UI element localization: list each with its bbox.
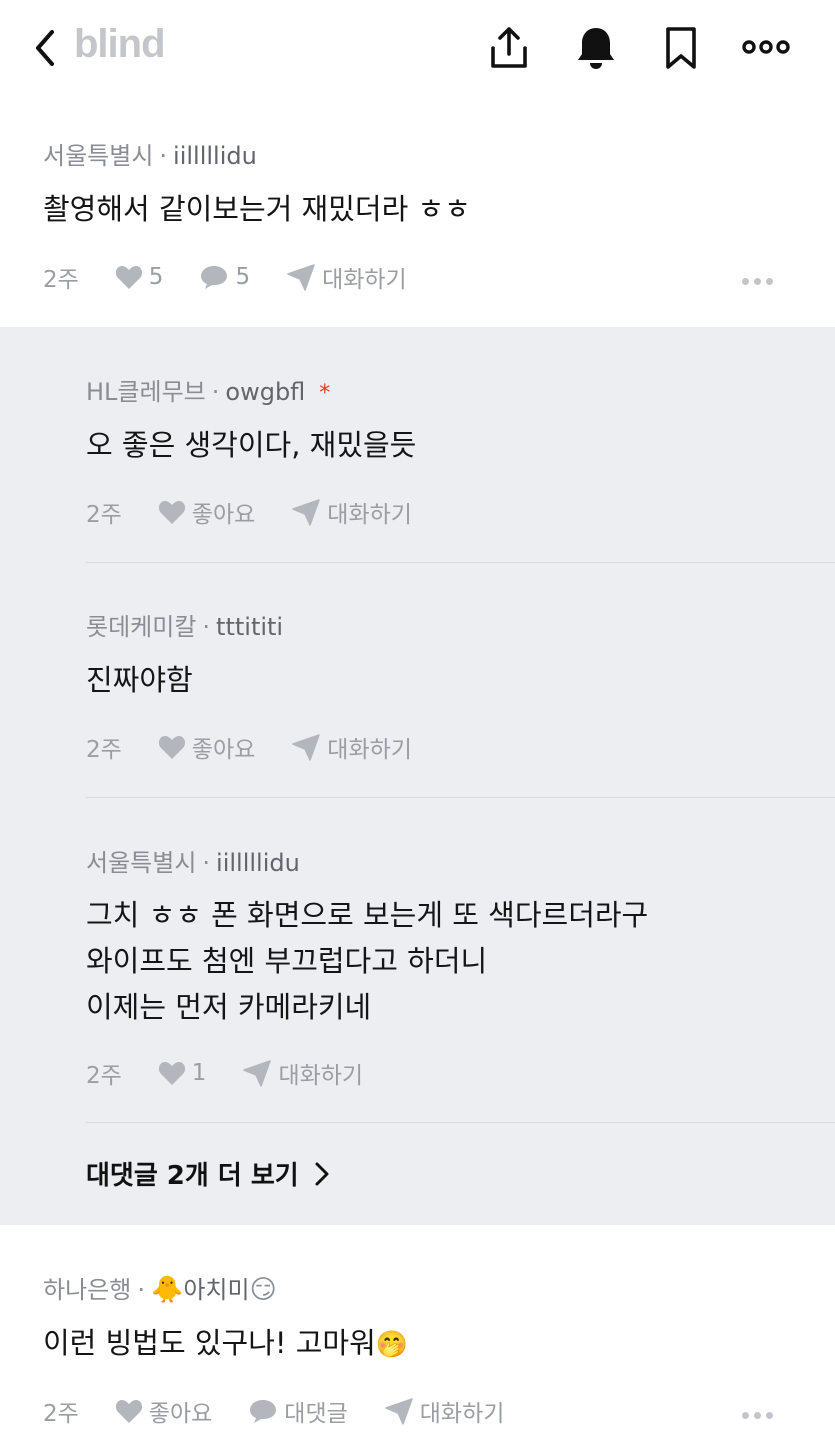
reply-text-line: 이제는 먼저 카메라키네 [86, 990, 372, 1024]
more-icon [742, 40, 790, 54]
reply-button[interactable]: 5 [199, 264, 250, 290]
hand-over-mouth-emoji: 🤭 [375, 1330, 409, 1360]
reply-meta: HL클레무브 · owgbfl * [86, 378, 331, 406]
comment-text-content: 이런 빙법도 있구나! 고마워 [43, 1326, 376, 1360]
heart-icon [158, 1062, 185, 1085]
reply-time: 2주 [86, 737, 122, 763]
company-name: 서울특별시 [86, 849, 197, 877]
company-name: HL클레무브 [86, 378, 206, 406]
chat-button[interactable]: 대화하기 [286, 260, 407, 294]
reply-text-line: 그치 ㅎㅎ 폰 화면으로 보는게 또 색다르더라구 [86, 898, 649, 932]
dot-icon [754, 1412, 761, 1419]
comment-icon [250, 1400, 277, 1423]
reply-button[interactable]: 대댓글 [248, 1394, 348, 1428]
chat-button[interactable]: 대화하기 [384, 1394, 505, 1428]
send-icon [243, 1060, 272, 1087]
divider [86, 562, 835, 563]
like-button[interactable]: 좋아요 [115, 1394, 212, 1428]
comment-actions: 2주 좋아요 대댓글 대화하기 [43, 1394, 540, 1428]
send-icon [292, 499, 321, 526]
like-count: 5 [148, 264, 164, 290]
like-label: 좋아요 [191, 737, 256, 763]
bell-icon [578, 28, 614, 69]
dot-icon [742, 278, 749, 285]
reply-time: 2주 [86, 502, 122, 528]
chat-label: 대화하기 [322, 267, 407, 293]
divider [86, 797, 835, 798]
reply-actions: 2주 좋아요 대화하기 [86, 730, 448, 764]
more-replies-button[interactable]: 대댓글 2개 더 보기 [86, 1155, 335, 1192]
chat-label: 대화하기 [327, 502, 412, 528]
dot-icon [742, 1412, 749, 1419]
company-name: 서울특별시 [43, 142, 154, 170]
divider [86, 1122, 835, 1123]
comment-meta: 하나은행 · 🐥아치미😏 [43, 1275, 277, 1305]
like-count: 1 [191, 1060, 207, 1086]
heart-icon [158, 736, 185, 759]
company-name: 롯데케미칼 [86, 613, 197, 641]
reply-label: 대댓글 [284, 1401, 348, 1427]
share-icon [491, 27, 527, 68]
reply-count: 5 [235, 264, 251, 290]
chick-emoji: 🐥 [150, 1275, 184, 1305]
chat-label: 대화하기 [419, 1401, 505, 1427]
chat-label: 대화하기 [278, 1063, 364, 1089]
reply-text: 오 좋은 생각이다, 재밌을듯 [86, 428, 417, 462]
reply-actions: 2주 1 대화하기 [86, 1056, 399, 1090]
heart-icon [115, 1400, 142, 1423]
chat-button[interactable]: 대화하기 [242, 1056, 363, 1090]
share-button[interactable] [487, 24, 531, 72]
more-button[interactable] [742, 24, 790, 72]
chat-button[interactable]: 대화하기 [291, 495, 412, 529]
like-label: 좋아요 [191, 502, 256, 528]
heart-icon [158, 501, 185, 524]
back-button[interactable] [30, 26, 62, 70]
like-button[interactable]: 5 [115, 264, 164, 290]
comment-more-button[interactable] [742, 270, 782, 290]
user-handle[interactable]: iilllllidu [216, 849, 300, 877]
user-handle[interactable]: iilllllidu [173, 142, 257, 170]
more-replies-label: 대댓글 2개 더 보기 [86, 1161, 299, 1191]
chat-label: 대화하기 [327, 737, 412, 763]
reply-text-line: 와이프도 첨엔 부끄럽다고 하더니 [86, 944, 488, 978]
bookmark-button[interactable] [659, 24, 703, 72]
chevron-right-icon [315, 1162, 329, 1185]
user-handle[interactable]: 아치미 [183, 1276, 249, 1304]
comment-actions: 2주 5 5 대화하기 [43, 260, 443, 294]
like-button[interactable]: 좋아요 [158, 730, 255, 764]
notification-button[interactable] [574, 24, 618, 72]
reply-meta: 롯데케미칼 · tttititi [86, 613, 284, 641]
like-label: 좋아요 [148, 1401, 213, 1427]
chat-button[interactable]: 대화하기 [291, 730, 412, 764]
author-badge: * [319, 381, 331, 406]
like-button[interactable]: 1 [158, 1060, 207, 1086]
dot-icon [766, 1412, 773, 1419]
user-handle[interactable]: owgbfl [225, 378, 305, 406]
comment-text: 이런 빙법도 있구나! 고마워🤭 [43, 1320, 408, 1368]
reply-meta: 서울특별시 · iilllllidu [86, 849, 300, 877]
reply-text: 진짜야함 [86, 663, 193, 697]
dot-icon [754, 278, 761, 285]
heart-icon [115, 266, 142, 289]
reply-actions: 2주 좋아요 대화하기 [86, 495, 448, 529]
comment-text: 촬영해서 같이보는거 재밌더라 ㅎㅎ [43, 192, 471, 226]
bookmark-icon [666, 27, 696, 69]
app-logo: blind [74, 22, 166, 66]
user-handle[interactable]: tttititi [216, 613, 283, 641]
company-name: 하나은행 [43, 1276, 132, 1304]
send-icon [287, 264, 315, 291]
chevron-left-icon [36, 30, 54, 66]
comment-icon [201, 266, 228, 289]
dot-icon [766, 278, 773, 285]
comment-time: 2주 [43, 267, 79, 293]
top-bar: blind [0, 0, 835, 96]
comment-more-button[interactable] [742, 1404, 782, 1424]
reply-time: 2주 [86, 1063, 122, 1089]
send-icon [292, 734, 321, 761]
send-icon [385, 1398, 413, 1425]
comment-meta: 서울특별시 · iilllllidu [43, 142, 257, 170]
like-button[interactable]: 좋아요 [158, 495, 255, 529]
comment-time: 2주 [43, 1401, 79, 1427]
smirk-emoji: 😏 [249, 1275, 277, 1305]
